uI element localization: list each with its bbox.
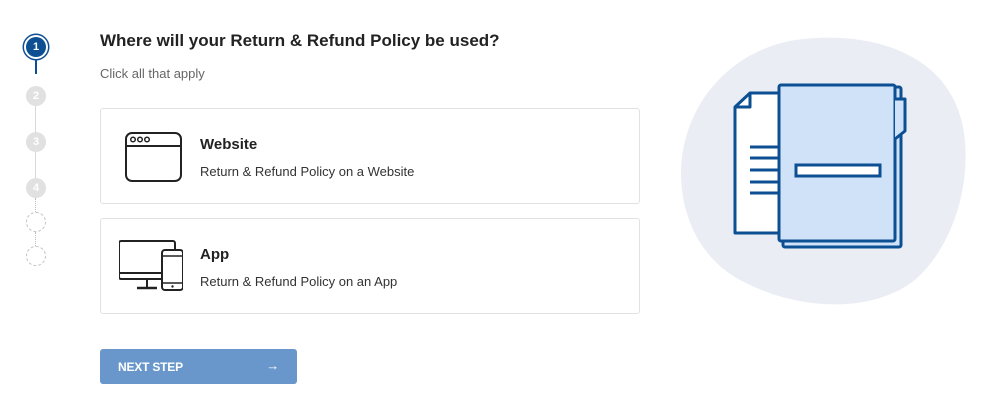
next-step-label: NEXT STEP [118,359,183,374]
step-4: 4 [26,178,46,198]
next-step-button[interactable]: NEXT STEP → [100,349,297,384]
question-subtitle: Click all that apply [100,66,205,81]
stepper-connector-dotted [35,232,36,246]
stepper-connector [35,106,36,132]
step-5-future [26,212,46,232]
option-title: Website [200,136,258,153]
option-card-app[interactable]: App Return & Refund Policy on an App [100,218,640,314]
progress-stepper: 1 2 3 4 [0,0,72,420]
step-number: 1 [32,41,40,53]
step-6-future [26,246,46,266]
browser-window-icon [125,132,182,182]
stepper-connector-dotted [35,198,36,212]
question-title: Where will your Return & Refund Policy b… [100,31,500,50]
step-2: 2 [26,86,46,106]
step-1-current: 1 [26,37,46,57]
option-description: Return & Refund Policy on an App [200,274,398,289]
desktop-and-phone-icon [119,240,183,291]
step-number: 3 [32,136,40,148]
option-description: Return & Refund Policy on a Website [200,164,415,179]
document-folder-icon [680,37,966,305]
step-number: 4 [32,182,40,194]
stepper-connector [35,152,36,178]
step-3: 3 [26,132,46,152]
option-card-website[interactable]: Website Return & Refund Policy on a Webs… [100,108,640,204]
option-title: App [200,246,230,263]
stepper-connector-active [35,56,37,74]
step-number: 2 [32,90,40,102]
policy-wizard-page: 1 2 3 4 Where will your Return & Refund … [0,0,1000,420]
arrow-right-icon: → [266,358,279,373]
